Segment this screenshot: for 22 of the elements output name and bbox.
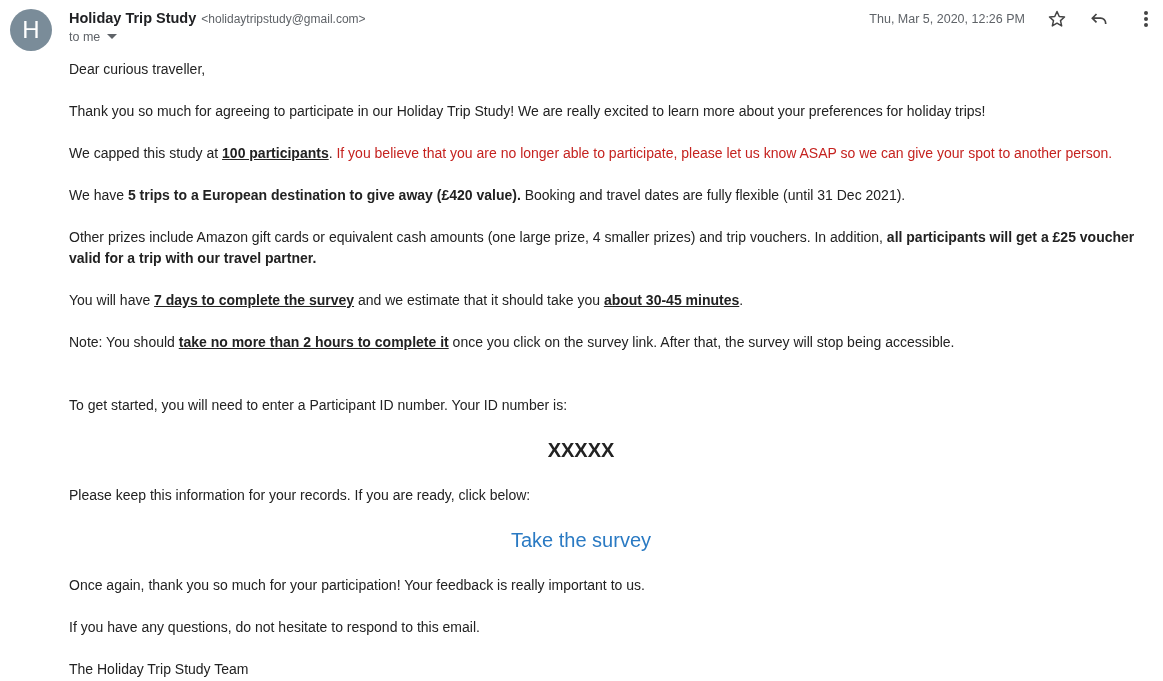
- paragraph: Please keep this information for your records. If you are ready, click below:: [69, 486, 532, 505]
- sender-email: <holidaytripstudy@gmail.com>: [201, 12, 366, 26]
- paragraph: Dear curious traveller,: [69, 60, 207, 79]
- more-icon[interactable]: [1143, 9, 1149, 29]
- star-icon[interactable]: [1047, 9, 1067, 29]
- paragraph: We capped this study at 100 participants. If you believe that you are no longer able to participate, please let us know ASAP so we can give your spot to another person.: [69, 144, 1114, 163]
- paragraph: We have 5 trips to a European destination to give away (£420 value). Booking and travel dates are fully flexible (until 31 Dec 2021).: [69, 186, 907, 205]
- paragraph: You will have 7 days to complete the survey and we estimate that it should take you about 30-45 minutes.: [69, 291, 745, 310]
- paragraph: Thank you so much for agreeing to participate in our Holiday Trip Study! We are really excited to learn more about your preferences for holiday trips!: [69, 102, 987, 121]
- paragraph: Once again, thank you so much for your participation! Your feedback is really important to us.: [69, 576, 646, 595]
- paragraph: If you have any questions, do not hesitate to respond to this email.: [69, 618, 481, 637]
- sender-avatar: H: [10, 9, 52, 51]
- message-date: Thu, Mar 5, 2020, 12:26 PM: [869, 12, 1025, 26]
- survey-link[interactable]: Take the survey: [510, 529, 652, 551]
- participant-id: XXXXX: [547, 439, 615, 461]
- recipient-dropdown[interactable]: to me: [69, 30, 118, 44]
- paragraph: The Holiday Trip Study Team: [69, 660, 250, 679]
- paragraph: Note: You should take no more than 2 hours to complete it once you click on the survey link. After that, the survey will stop being accessible.: [69, 333, 956, 352]
- sender-name: Holiday Trip Study: [69, 10, 197, 26]
- paragraph: Other prizes include Amazon gift cards or equivalent cash amounts (one large prize, 4 smaller prizes) and trip vouchers. In addition, all participants will get a £25 voucher valid for a trip with our travel partner.: [69, 228, 1136, 268]
- paragraph: To get started, you will need to enter a Participant ID number. Your ID number is:: [69, 396, 569, 415]
- caret-icon: [107, 34, 118, 40]
